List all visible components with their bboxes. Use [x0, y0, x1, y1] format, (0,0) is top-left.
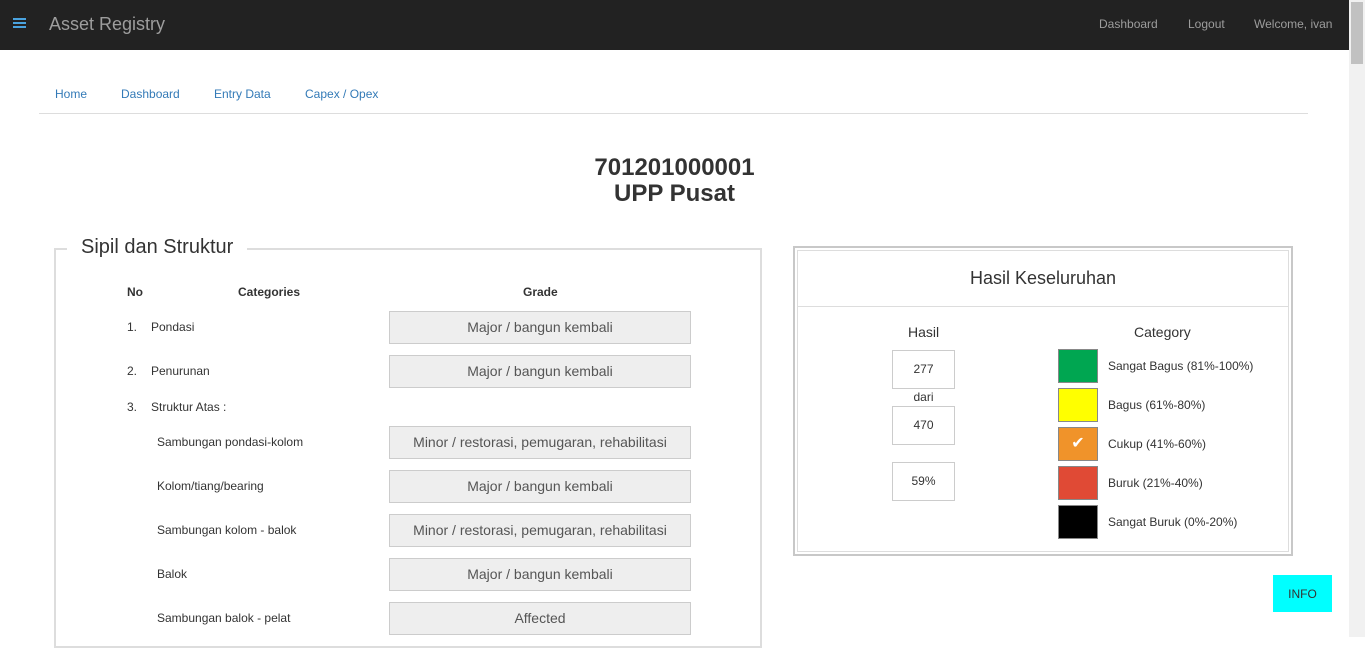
swatch-bagus — [1058, 388, 1098, 422]
column-no: No — [127, 285, 143, 299]
subnav-home[interactable]: Home — [55, 87, 87, 101]
row-label-struktur-atas: Struktur Atas : — [151, 400, 227, 414]
category-sangat-bagus: Sangat Bagus (81%-100%) — [1108, 359, 1254, 373]
check-icon: ✔ — [1071, 435, 1085, 452]
grade-field-pondasi[interactable]: Major / bangun kembali — [389, 311, 691, 344]
grade-field-sambungan-pondasi-kolom[interactable]: Minor / restorasi, pemugaran, rehabilita… — [389, 426, 691, 459]
grade-field-balok[interactable]: Major / bangun kembali — [389, 558, 691, 591]
row-no: 1. — [127, 320, 138, 334]
subnav-divider — [39, 113, 1308, 114]
scrollbar-thumb[interactable] — [1351, 2, 1363, 64]
swatch-buruk — [1058, 466, 1098, 500]
section-title: Sipil dan Struktur — [67, 236, 248, 259]
dari-label: dari — [913, 390, 934, 404]
grade-field-sambungan-balok-pelat[interactable]: Affected — [389, 602, 691, 635]
overall-result-panel: Hasil Keseluruhan — [793, 246, 1293, 556]
row-label-sambungan-kolom-balok: Sambungan kolom - balok — [157, 523, 297, 537]
category-cukup: Cukup (41%-60%) — [1108, 437, 1207, 451]
score-field[interactable]: 277 — [892, 350, 955, 389]
app-title[interactable]: Asset Registry — [49, 14, 165, 35]
swatch-sangat-buruk — [1058, 505, 1098, 539]
row-label-sambungan-balok-pelat: Sambungan balok - pelat — [157, 611, 291, 625]
subnav-dashboard[interactable]: Dashboard — [121, 87, 180, 101]
info-button[interactable]: INFO — [1273, 575, 1332, 612]
page-scrollbar[interactable] — [1349, 0, 1365, 637]
subnav-entry-data[interactable]: Entry Data — [214, 87, 271, 101]
row-label-penurunan: Penurunan — [151, 364, 210, 378]
asset-code: 701201000001 — [594, 154, 755, 181]
column-grade: Grade — [523, 285, 558, 299]
top-navbar: Asset Registry Dashboard Logout Welcome,… — [0, 0, 1349, 50]
asset-unit: UPP Pusat — [614, 180, 735, 207]
row-label-pondasi: Pondasi — [151, 320, 195, 334]
hamburger-icon[interactable] — [13, 18, 26, 30]
result-title: Hasil Keseluruhan — [798, 251, 1288, 307]
swatch-cukup: ✔ — [1058, 427, 1098, 461]
swatch-sangat-bagus — [1058, 349, 1098, 383]
category-buruk: Buruk (21%-40%) — [1108, 476, 1203, 490]
nav-logout-link[interactable]: Logout — [1188, 17, 1225, 31]
percent-field[interactable]: 59% — [892, 462, 955, 501]
hasil-label: Hasil — [908, 324, 940, 340]
grade-field-penurunan[interactable]: Major / bangun kembali — [389, 355, 691, 388]
row-no: 2. — [127, 364, 138, 378]
nav-welcome-user[interactable]: Welcome, ivan — [1254, 17, 1332, 31]
category-label: Category — [1134, 324, 1191, 340]
row-label-sambungan-pondasi-kolom: Sambungan pondasi-kolom — [157, 435, 304, 449]
column-categories: Categories — [238, 285, 301, 299]
category-bagus: Bagus (61%-80%) — [1108, 398, 1206, 412]
category-sangat-buruk: Sangat Buruk (0%-20%) — [1108, 515, 1238, 529]
row-label-balok: Balok — [157, 567, 188, 581]
subnav-capex-opex[interactable]: Capex / Opex — [305, 87, 378, 101]
nav-dashboard-link[interactable]: Dashboard — [1099, 17, 1158, 31]
row-no: 3. — [127, 400, 138, 414]
total-field[interactable]: 470 — [892, 406, 955, 445]
grade-field-kolom-tiang-bearing[interactable]: Major / bangun kembali — [389, 470, 691, 503]
row-label-kolom-tiang-bearing: Kolom/tiang/bearing — [157, 479, 264, 493]
grade-field-sambungan-kolom-balok[interactable]: Minor / restorasi, pemugaran, rehabilita… — [389, 514, 691, 547]
